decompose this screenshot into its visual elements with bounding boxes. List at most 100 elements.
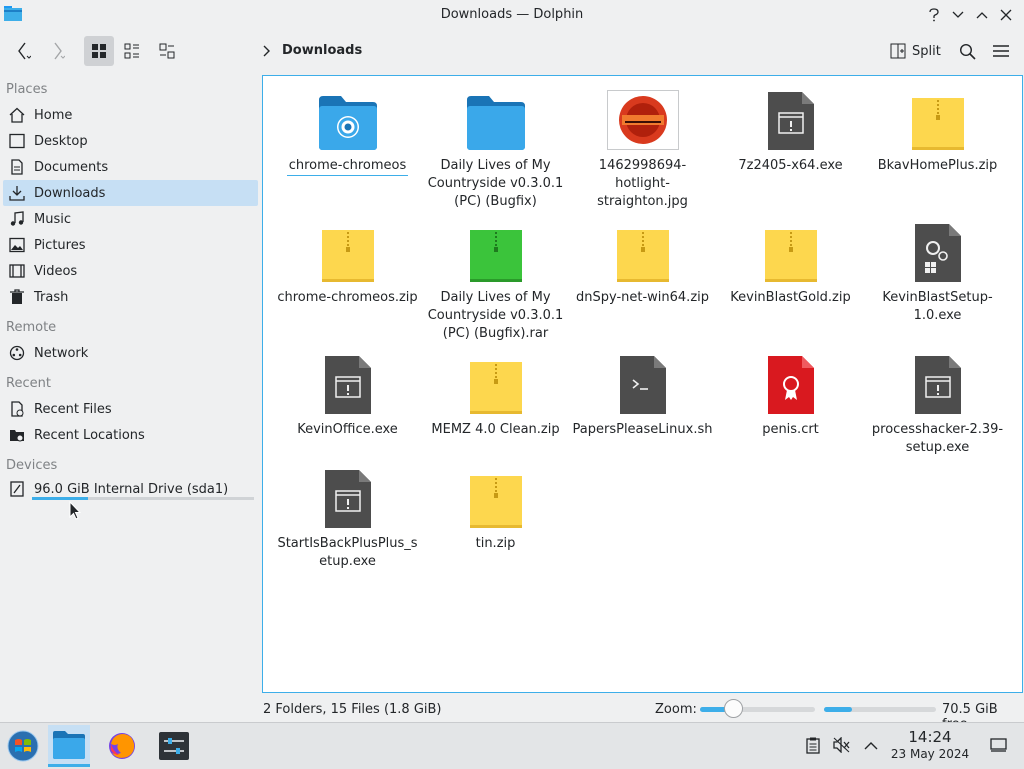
- back-button[interactable]: [8, 36, 38, 66]
- status-bar: 2 Folders, 15 Files (1.8 GiB) Zoom: 70.5…: [0, 696, 1024, 732]
- drive-usage-bar: [32, 497, 254, 500]
- sidebar-item-label: 96.0 GiB Internal Drive (sda1): [34, 481, 229, 497]
- clock-date: 23 May 2024: [890, 747, 970, 761]
- sidebar-item-pictures[interactable]: Pictures: [3, 232, 258, 258]
- firefox-icon: [109, 733, 135, 759]
- file-item-daily-lives-rar[interactable]: Daily Lives of My Countryside v0.3.0.1 (…: [423, 220, 568, 343]
- breadcrumb: Downloads: [262, 43, 362, 58]
- setup-executable-icon: [865, 220, 1010, 282]
- file-item-kevinblastgold-zip[interactable]: KevinBlastGold.zip: [718, 220, 863, 307]
- file-name: PapersPleaseLinux.sh: [572, 422, 713, 437]
- file-item-dnspy-zip[interactable]: dnSpy-net-win64.zip: [570, 220, 715, 307]
- search-icon: [959, 43, 976, 60]
- compact-view-button[interactable]: [117, 36, 147, 66]
- mouse-cursor-icon: [69, 501, 81, 520]
- breadcrumb-downloads[interactable]: Downloads: [282, 43, 362, 58]
- sidebar-item-network[interactable]: Network: [3, 340, 258, 366]
- recent-files-icon: [9, 401, 25, 417]
- file-item-penis-crt[interactable]: penis.crt: [718, 352, 863, 439]
- clipboard-icon: [806, 737, 820, 754]
- clock[interactable]: 14:24 23 May 2024: [880, 729, 980, 762]
- file-item-daily-lives-folder[interactable]: Daily Lives of My Countryside v0.3.0.1 (…: [423, 88, 568, 211]
- documents-icon: [9, 159, 25, 175]
- icons-view-button[interactable]: [84, 36, 114, 66]
- file-name: KevinBlastGold.zip: [730, 290, 851, 305]
- show-desktop-button[interactable]: [988, 735, 1008, 755]
- file-item-processhacker-exe[interactable]: processhacker-2.39-setup.exe: [865, 352, 1010, 457]
- firefox-taskbar-button[interactable]: [101, 725, 143, 767]
- volume-muted-icon: [833, 737, 850, 753]
- file-item-chrome-chromeos-folder[interactable]: chrome-chromeos: [275, 88, 420, 176]
- maximize-icon[interactable]: [972, 5, 992, 25]
- zip-archive-icon: [570, 220, 715, 282]
- menu-button[interactable]: [986, 36, 1016, 66]
- show-desktop-icon: [989, 738, 1007, 752]
- file-view[interactable]: chrome-chromeos Daily Lives of My Countr…: [262, 75, 1023, 693]
- file-item-hotlight-jpg[interactable]: 1462998694-hotlight-straighton.jpg: [570, 88, 715, 211]
- pictures-icon: [9, 237, 25, 253]
- split-button[interactable]: Split: [886, 36, 945, 66]
- free-space-fill: [824, 707, 852, 712]
- music-icon: [9, 211, 25, 227]
- title-bar[interactable]: Downloads — Dolphin: [0, 0, 1024, 30]
- hamburger-menu-icon: [993, 45, 1009, 57]
- file-item-7z2405-exe[interactable]: 7z2405-x64.exe: [718, 88, 863, 175]
- zoom-slider[interactable]: [700, 707, 815, 712]
- free-space-bar[interactable]: [824, 707, 936, 712]
- sidebar-item-label: Home: [34, 107, 73, 123]
- file-item-kevinoffice-exe[interactable]: KevinOffice.exe: [275, 352, 420, 439]
- tray-expand-button[interactable]: [861, 735, 881, 755]
- remote-section-title: Remote: [6, 320, 57, 335]
- toolbar: Downloads Split: [0, 30, 1024, 74]
- details-view-button[interactable]: [152, 36, 182, 66]
- executable-icon: [275, 466, 420, 528]
- sidebar-item-music[interactable]: Music: [3, 206, 258, 232]
- sidebar-item-desktop[interactable]: Desktop: [3, 128, 258, 154]
- sidebar-item-downloads[interactable]: Downloads: [3, 180, 258, 206]
- back-icon: [18, 42, 31, 60]
- file-item-papersplease-sh[interactable]: PapersPleaseLinux.sh: [570, 352, 715, 439]
- zip-archive-icon: [718, 220, 863, 282]
- settings-taskbar-button[interactable]: [153, 725, 195, 767]
- split-label: Split: [912, 43, 941, 59]
- sidebar-item-videos[interactable]: Videos: [3, 258, 258, 284]
- minimize-icon[interactable]: [948, 5, 968, 25]
- videos-icon: [9, 263, 25, 279]
- file-item-memz-zip[interactable]: MEMZ 4.0 Clean.zip: [423, 352, 568, 439]
- system-settings-icon: [159, 732, 189, 760]
- sidebar-item-home[interactable]: Home: [3, 102, 258, 128]
- executable-icon: [865, 352, 1010, 414]
- sidebar-item-recent-files[interactable]: Recent Files: [3, 396, 258, 422]
- help-icon[interactable]: [924, 5, 944, 25]
- dolphin-taskbar-button[interactable]: [48, 725, 90, 767]
- file-item-kevinblastsetup-exe[interactable]: KevinBlastSetup-1.0.exe: [865, 220, 1010, 325]
- devices-section-title: Devices: [6, 458, 58, 473]
- volume-tray-button[interactable]: [832, 735, 852, 755]
- start-menu-button[interactable]: [2, 725, 44, 767]
- sidebar-item-trash[interactable]: Trash: [3, 284, 258, 310]
- close-icon[interactable]: [996, 5, 1016, 25]
- home-icon: [9, 107, 25, 123]
- file-item-tin-zip[interactable]: tin.zip: [423, 466, 568, 553]
- network-icon: [9, 345, 25, 361]
- places-section-title: Places: [6, 82, 48, 97]
- search-button[interactable]: [952, 36, 982, 66]
- forward-icon: [54, 42, 65, 60]
- file-name: StartIsBackPlusPlus_setup.exe: [277, 536, 418, 569]
- clipboard-tray-button[interactable]: [803, 735, 823, 755]
- executable-icon: [718, 88, 863, 150]
- file-name: BkavHomePlus.zip: [877, 158, 998, 173]
- sidebar-item-label: Videos: [34, 263, 78, 279]
- sidebar-item-label: Pictures: [34, 237, 86, 253]
- file-item-startisback-exe[interactable]: StartIsBackPlusPlus_setup.exe: [275, 466, 420, 571]
- sidebar-item-label: Desktop: [34, 133, 88, 149]
- zoom-slider-handle[interactable]: [724, 699, 743, 718]
- file-item-bkavhomeplus-zip[interactable]: BkavHomePlus.zip: [865, 88, 1010, 175]
- sidebar-item-documents[interactable]: Documents: [3, 154, 258, 180]
- taskbar: 14:24 23 May 2024: [0, 722, 1024, 769]
- forward-button[interactable]: [42, 36, 72, 66]
- sidebar-item-label: Recent Locations: [34, 427, 145, 443]
- file-item-chrome-chromeos-zip[interactable]: chrome-chromeos.zip: [275, 220, 420, 307]
- sidebar-item-recent-locations[interactable]: Recent Locations: [3, 422, 258, 448]
- sidebar-item-label: Documents: [34, 159, 109, 175]
